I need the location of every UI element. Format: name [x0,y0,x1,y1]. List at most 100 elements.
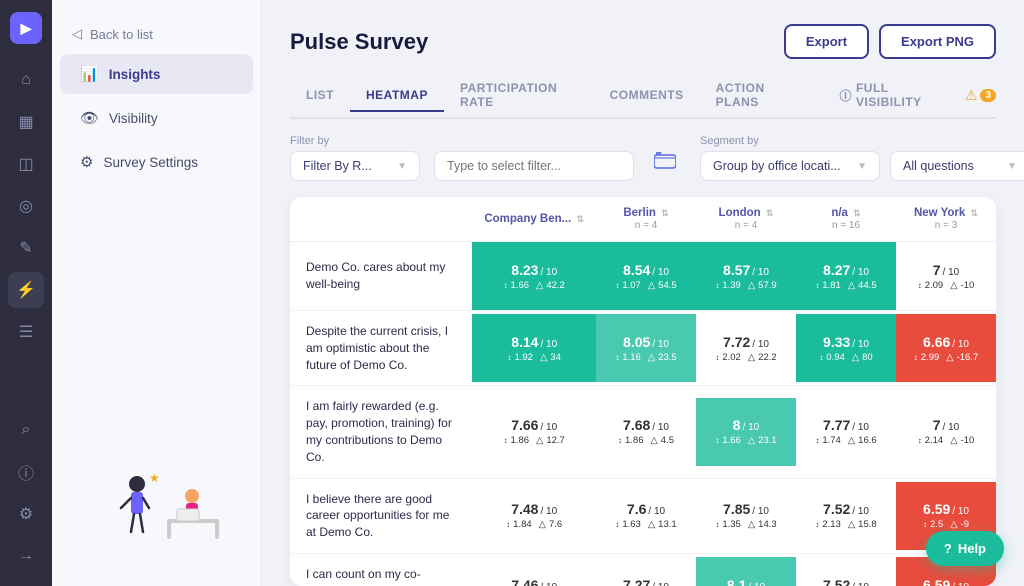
heatmap-cell[interactable]: 7.52/ 10↕1.78△11.7 [796,553,896,586]
group-by-select[interactable]: Group by office locati... ▼ [700,151,880,181]
all-questions-select[interactable]: All questions ▼ [890,151,1024,181]
heatmap-cell[interactable]: 8.14/ 10↕1.92△34 [472,311,596,386]
group-by-chevron: ▼ [857,161,867,172]
filter-by-label: Filter by [290,135,420,147]
heatmap-cell[interactable]: 7.77/ 10↕1.74△16.6 [796,386,896,478]
col-header-na[interactable]: n/a ⇅ n = 16 [796,197,896,242]
help-label: Help [958,541,986,556]
sidebar-icon-insights[interactable]: ⚡ [8,272,44,308]
heatmap-cell[interactable]: 7.68/ 10↕1.86△4.5 [596,386,696,478]
tab-heatmap[interactable]: HEATMAP [350,80,444,112]
main-content: Pulse Survey Export Export PNG LIST HEAT… [262,0,1024,586]
heatmap-cell[interactable]: 6.66/ 10↕2.99△-16.7 [896,311,996,386]
filter-by-value: Filter By R... [303,159,372,173]
col-header-company[interactable]: Company Ben... ⇅ [472,197,596,242]
col-header-london[interactable]: London ⇅ n = 4 [696,197,796,242]
warning-icon: ⚠ [965,87,978,104]
berlin-label: Berlin ⇅ [623,207,668,219]
brand-symbol: ▶ [21,20,32,37]
illustration-svg: ★ [77,464,237,554]
help-button[interactable]: ? Help [926,531,1004,566]
sidebar-icon-edit[interactable]: ✎ [8,230,44,266]
all-questions-chevron: ▼ [1007,161,1017,172]
heatmap-cell[interactable]: 7/ 10↕2.09△-10 [896,242,996,311]
heatmap-container[interactable]: Company Ben... ⇅ Berlin ⇅ n = 4 London ⇅… [290,197,996,586]
col-header-newyork[interactable]: New York ⇅ n = 3 [896,197,996,242]
page-title: Pulse Survey [290,29,428,55]
heatmap-cell[interactable]: 7.48/ 10↕1.84△7.6 [472,478,596,553]
sidebar-icon-chart[interactable]: ◫ [8,146,44,182]
heatmap-cell[interactable]: 7.72/ 10↕2.02△22.2 [696,311,796,386]
col-header-berlin[interactable]: Berlin ⇅ n = 4 [596,197,696,242]
question-cell: Despite the current crisis, I am optimis… [290,311,472,386]
heatmap-cell[interactable]: 7.46/ 10↕2.18△16.9 [472,553,596,586]
export-png-button[interactable]: Export PNG [879,24,996,59]
full-visibility-label: FULL VISIBILITY [856,81,943,109]
filter-by-select[interactable]: Filter By R... ▼ [290,151,420,181]
nav-illustration: ★ [52,448,261,570]
sidebar-icon-logout[interactable]: → [8,538,44,574]
insights-label: Insights [109,67,161,82]
table-row[interactable]: Despite the current crisis, I am optimis… [290,311,996,386]
question-cell: I believe there are good career opportun… [290,478,472,553]
heatmap-cell[interactable]: 8/ 10↕1.66△23.1 [696,386,796,478]
survey-settings-icon: ⚙ [80,153,93,171]
question-cell: Demo Co. cares about my well-being [290,242,472,311]
question-cell: I am fairly rewarded (e.g. pay, promotio… [290,386,472,478]
table-row[interactable]: Demo Co. cares about my well-being8.23/ … [290,242,996,311]
heatmap-cell[interactable]: 7.27/ 10↕2.21△16 [596,553,696,586]
heatmap-cell[interactable]: 8.05/ 10↕1.16△23.5 [596,311,696,386]
svg-text:★: ★ [149,471,160,485]
heatmap-cell[interactable]: 8.54/ 10↕1.07△54.5 [596,242,696,311]
heatmap-cell[interactable]: 8.23/ 10↕1.66△42.2 [472,242,596,311]
header-actions: Export Export PNG [784,24,996,59]
sidebar-icon-target[interactable]: ◎ [8,188,44,224]
col-header-question [290,197,472,242]
heatmap-cell[interactable]: 7.6/ 10↕1.63△13.1 [596,478,696,553]
london-n: n = 4 [735,220,758,231]
tab-action-plans[interactable]: ACTION PLANS [700,73,816,119]
filter-by-group: Filter by Filter By R... ▼ [290,135,420,181]
survey-settings-label: Survey Settings [103,155,198,170]
sidebar-icon-search[interactable]: ⌕ [8,412,44,448]
filter-folder-icon [654,152,676,170]
tab-participation[interactable]: PARTICIPATION RATE [444,73,594,119]
back-to-list[interactable]: ◁ Back to list [52,16,261,52]
berlin-n: n = 4 [635,220,658,231]
na-label: n/a ⇅ [831,207,860,219]
heatmap-cell[interactable]: 7/ 10↕2.14△-10 [896,386,996,478]
nav-item-insights[interactable]: 📊 Insights [60,54,253,94]
tab-comments[interactable]: COMMENTS [594,80,700,112]
sidebar-icon-home[interactable]: ⌂ [8,62,44,98]
table-row[interactable]: I believe there are good career opportun… [290,478,996,553]
alert-badge-container: ⚠ 3 [965,87,996,104]
heatmap-cell[interactable]: 9.33/ 10↕0.94△80 [796,311,896,386]
segment-group: Segment by Group by office locati... ▼ A… [700,135,1024,181]
heatmap-cell[interactable]: 8.27/ 10↕1.81△44.5 [796,242,896,311]
table-row[interactable]: I am fairly rewarded (e.g. pay, promotio… [290,386,996,478]
type-filter-group [434,151,634,181]
nav-item-survey-settings[interactable]: ⚙ Survey Settings [60,142,253,182]
full-visibility-icon: ⓘ [839,87,852,104]
sidebar-icon-book[interactable]: ☰ [8,314,44,350]
sidebar-icon-calendar[interactable]: ▦ [8,104,44,140]
table-row[interactable]: I can count on my co-workers to help out… [290,553,996,586]
brand-icon[interactable]: ▶ [10,12,42,44]
company-label: Company Ben... ⇅ [484,213,584,225]
tab-full-visibility[interactable]: ⓘ FULL VISIBILITY [823,73,958,119]
insights-icon: 📊 [80,65,99,83]
nav-item-visibility[interactable]: 👁 Visibility [60,98,253,138]
heatmap-cell[interactable]: 8.1/ 10↕1.99△36.8 [696,553,796,586]
sidebar-icon-info[interactable]: ⓘ [8,454,44,490]
heatmap-cell[interactable]: 8.57/ 10↕1.39△57.9 [696,242,796,311]
heatmap-cell[interactable]: 7.66/ 10↕1.86△12.7 [472,386,596,478]
tab-list[interactable]: LIST [290,80,350,112]
type-filter-input[interactable] [434,151,634,181]
question-cell: I can count on my co-workers to help out… [290,553,472,586]
back-icon: ◁ [72,26,82,42]
filter-icon-button[interactable] [648,146,682,181]
heatmap-cell[interactable]: 7.85/ 10↕1.35△14.3 [696,478,796,553]
export-button[interactable]: Export [784,24,869,59]
sidebar-icon-settings[interactable]: ⚙ [8,496,44,532]
heatmap-cell[interactable]: 7.52/ 10↕2.13△15.8 [796,478,896,553]
